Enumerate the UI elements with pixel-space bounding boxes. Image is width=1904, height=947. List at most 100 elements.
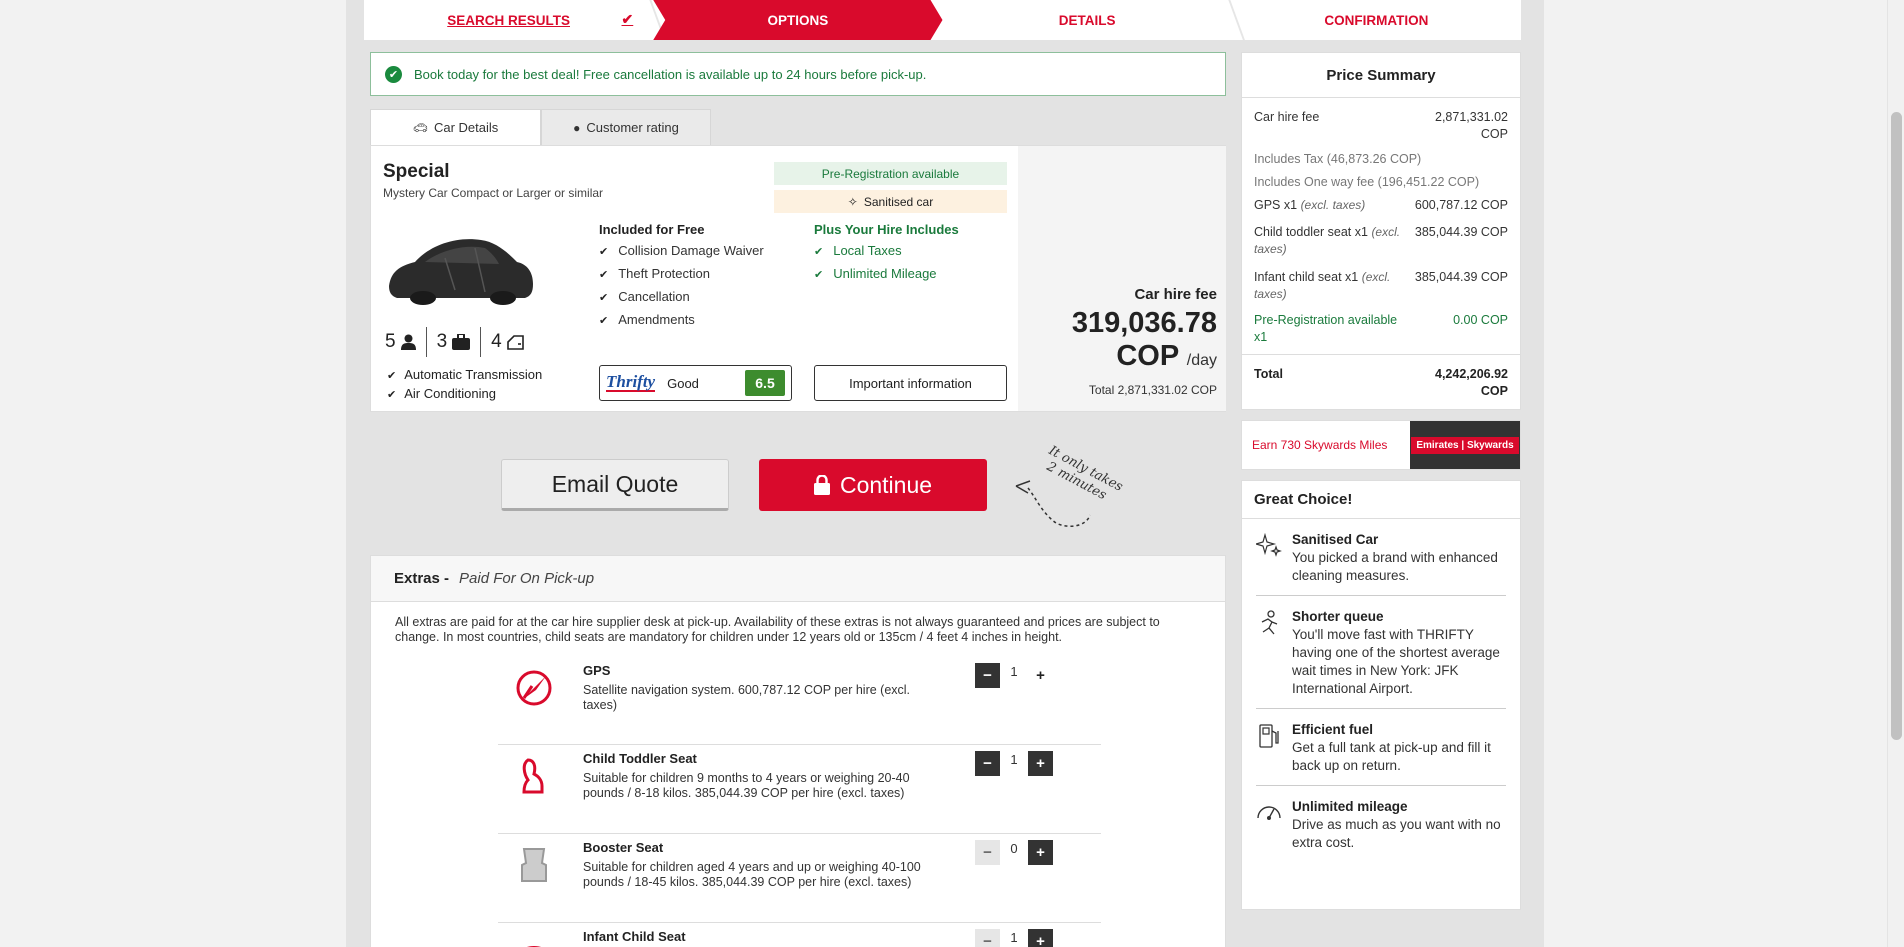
page: SEARCH RESULTS ✔ OPTIONS DETAILS CONFIRM… — [346, 0, 1544, 947]
great-choice-panel: Great Choice! Sanitised Car You picked a… — [1241, 480, 1521, 910]
door-icon — [506, 334, 524, 350]
running-person-icon — [1261, 610, 1278, 635]
thrifty-logo: Thrifty — [606, 372, 656, 392]
step-label: OPTIONS — [767, 12, 829, 28]
price-per-day: /day — [1186, 352, 1217, 369]
extras-header: Extras - Paid For On Pick-up — [371, 556, 1225, 602]
suitcase-icon — [452, 334, 471, 350]
check-circle-icon: ✔ — [385, 65, 402, 83]
item-text: Get a full tank at pick-up and fill it b… — [1292, 740, 1491, 773]
included-free-list: Included for Free Collision Damage Waive… — [599, 222, 764, 332]
step-confirmation: CONFIRMATION — [1232, 0, 1521, 40]
quantity-stepper: − 1 + — [975, 751, 1053, 776]
extras-subtitle: Paid For On Pick-up — [459, 570, 595, 587]
mystery-car-image — [389, 239, 533, 305]
increase-button[interactable]: + — [1028, 751, 1053, 776]
item-text: Drive as much as you want with no extra … — [1292, 817, 1501, 850]
included-title: Included for Free — [599, 222, 705, 237]
sidebar: Price Summary Car hire fee 2,871,331.02 … — [1241, 52, 1521, 910]
step-search-results[interactable]: SEARCH RESULTS ✔ — [364, 0, 653, 40]
extra-gps: GPS Satellite navigation system. 600,787… — [498, 658, 1101, 745]
doors-count: 4 — [491, 331, 502, 352]
decrease-button[interactable]: − — [975, 929, 1000, 947]
step-label[interactable]: SEARCH RESULTS — [447, 13, 570, 28]
car-specs: 5 3 4 — [385, 327, 534, 357]
list-item: Local Taxes — [814, 240, 959, 263]
supplier-rating-button[interactable]: Thrifty Good 6.5 — [599, 365, 792, 401]
summary-infant-seat: Infant child seat x1 (excl. taxes) 385,0… — [1242, 269, 1520, 312]
car-tabs: 🚗︎ Car Details ● Customer rating — [370, 109, 711, 145]
rating-score: 6.5 — [745, 370, 785, 396]
extras-title: Extras - — [394, 570, 450, 587]
car-subtitle: Mystery Car Compact or Larger or similar — [383, 186, 604, 200]
summary-label: Pre-Registration available x1 — [1254, 313, 1398, 344]
summary-pre-registration: Pre-Registration available x1 0.00 COP — [1242, 312, 1520, 348]
summary-label: Infant child seat x1 — [1254, 270, 1359, 284]
page-scrollbar[interactable] — [1887, 0, 1904, 947]
price-summary: Price Summary Car hire fee 2,871,331.02 … — [1241, 52, 1521, 410]
continue-button[interactable]: Continue — [759, 459, 987, 511]
car-price: Car hire fee 319,036.78 COP /day Total 2… — [1031, 286, 1217, 397]
infant-seat-icon — [527, 946, 541, 947]
great-choice-item: Unlimited mileage Drive as much as you w… — [1256, 786, 1506, 862]
step-options: OPTIONS — [653, 0, 942, 40]
person-icon — [400, 334, 416, 350]
extra-child-toddler-seat: Child Toddler Seat Suitable for children… — [498, 746, 1101, 834]
item-title: Shorter queue — [1292, 609, 1384, 624]
tab-label: Customer rating — [586, 120, 679, 135]
step-label: CONFIRMATION — [1324, 12, 1429, 28]
quantity-stepper: − 1 + — [975, 929, 1053, 947]
decrease-button[interactable]: − — [975, 663, 1000, 688]
extras-description: All extras are paid for at the car hire … — [395, 615, 1160, 644]
summary-total-label: Total — [1254, 367, 1283, 381]
tab-customer-rating[interactable]: ● Customer rating — [541, 109, 711, 145]
summary-tax: Includes Tax (46,873.26 COP) — [1254, 152, 1422, 166]
progress-steps: SEARCH RESULTS ✔ OPTIONS DETAILS CONFIRM… — [364, 0, 1521, 40]
decrease-button[interactable]: − — [975, 751, 1000, 776]
checkmark-icon: ✔ — [621, 11, 634, 27]
increase-button[interactable]: + — [1028, 929, 1053, 947]
rating-label: Good — [667, 375, 699, 391]
item-text: You picked a brand with enhanced cleanin… — [1292, 550, 1498, 583]
handwritten-note: It only takes 2 minutes — [1015, 443, 1125, 528]
summary-car-hire: Car hire fee 2,871,331.02 COP — [1242, 109, 1520, 151]
email-quote-button[interactable]: Email Quote — [501, 459, 729, 511]
summary-label: Child toddler seat x1 — [1254, 225, 1368, 239]
plus-title: Plus Your Hire Includes — [814, 222, 959, 237]
tab-car-details[interactable]: 🚗︎ Car Details — [370, 109, 541, 145]
price-amount: 319,036.78 COP /day — [1031, 307, 1217, 377]
step-label: DETAILS — [1058, 12, 1116, 28]
quantity-stepper: − 1 + — [975, 663, 1053, 688]
doors-spec: 4 — [481, 327, 534, 357]
important-information-button[interactable]: Important information — [814, 365, 1007, 401]
fuel-pump-icon — [1259, 724, 1279, 748]
great-choice-title: Great Choice! — [1242, 481, 1520, 519]
car-icon: 🚗︎ — [412, 120, 428, 135]
increase-button[interactable]: + — [1028, 663, 1053, 688]
gps-icon — [516, 670, 552, 706]
quote-actions: Email Quote Continue — [501, 459, 987, 511]
price-value: 319,036.78 — [1071, 307, 1217, 339]
booster-seat-icon — [521, 848, 547, 882]
notice-text: Book today for the best deal! Free cance… — [414, 66, 927, 82]
sanitised-label: Sanitised car — [863, 194, 934, 209]
extra-infant-child-seat: Infant Child Seat − 1 + — [498, 924, 1101, 947]
decrease-button[interactable]: − — [975, 840, 1000, 865]
price-total: Total 2,871,331.02 COP — [1088, 383, 1217, 397]
great-choice-item: Shorter queue You'll move fast with THRI… — [1256, 596, 1506, 709]
summary-label: GPS x1 — [1254, 198, 1298, 212]
quantity-value: 1 — [1010, 930, 1018, 945]
great-choice-item: Sanitised Car You picked a brand with en… — [1256, 519, 1506, 596]
seats-count: 5 — [385, 331, 396, 352]
skywards-logo: Emirates | Skywards — [1410, 421, 1520, 469]
price-summary-title: Price Summary — [1242, 53, 1520, 98]
summary-value: 385,044.39 COP — [1414, 270, 1508, 284]
list-item: Theft Protection — [599, 263, 764, 286]
car-card: Special Mystery Car Compact or Larger or… — [370, 145, 1226, 412]
extras-section: Extras - Paid For On Pick-up All extras … — [370, 555, 1226, 947]
pre-registration-badge: Pre-Registration available — [774, 162, 1007, 185]
scrollbar-thumb[interactable] — [1891, 112, 1902, 740]
increase-button[interactable]: + — [1028, 840, 1053, 865]
item-text: You'll move fast with THRIFTY having one… — [1292, 627, 1500, 696]
quantity-value: 1 — [1010, 752, 1018, 767]
